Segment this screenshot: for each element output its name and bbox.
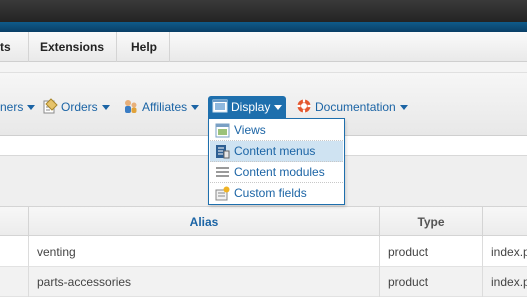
dropdown-item-content-menus[interactable]: Content menus <box>210 141 343 162</box>
display-dropdown-menu: Views Content menus Content modules Cust… <box>208 118 345 205</box>
main-menubar: ts Extensions Help <box>0 32 527 62</box>
row-type: product <box>380 267 483 297</box>
chevron-down-icon <box>191 105 200 110</box>
row-checkbox-cell <box>0 267 29 297</box>
lifebuoy-icon <box>296 98 312 114</box>
dropdown-item-custom-fields-label: Custom fields <box>234 186 307 200</box>
menu-item-extensions[interactable]: Extensions <box>29 32 117 62</box>
views-icon <box>215 123 230 138</box>
row-alias: venting <box>29 237 380 267</box>
table-header-cell-link <box>483 207 527 237</box>
submenu-customers[interactable]: ners <box>0 97 36 117</box>
row-link[interactable]: index.p <box>483 237 527 267</box>
menu-item-components-partial[interactable]: ts <box>0 32 29 62</box>
custom-fields-icon <box>215 186 230 201</box>
table-row[interactable]: parts-accessories product index.p <box>0 267 527 297</box>
content-modules-icon <box>215 165 230 180</box>
table-row[interactable]: venting product index.p <box>0 237 527 267</box>
display-icon <box>212 98 228 114</box>
menubar-gap <box>0 62 527 72</box>
chevron-down-icon <box>27 105 36 110</box>
table-header-cell-blank <box>0 207 29 237</box>
chevron-down-icon <box>399 105 408 110</box>
row-alias: parts-accessories <box>29 267 380 297</box>
top-accent-strip <box>0 22 527 32</box>
dropdown-item-custom-fields[interactable]: Custom fields <box>210 183 343 204</box>
menu-item-help[interactable]: Help <box>117 32 170 62</box>
dropdown-item-content-modules-label: Content modules <box>234 165 325 179</box>
submenu-affiliates-label: Affiliates <box>142 100 188 114</box>
table-header: Alias Type <box>0 206 527 237</box>
table-header-alias[interactable]: Alias <box>29 207 380 237</box>
submenu-customers-label: ners <box>0 100 24 114</box>
submenu-orders-label: Orders <box>61 100 98 114</box>
orders-icon <box>42 98 58 114</box>
row-link[interactable]: index.p <box>483 267 527 297</box>
dropdown-item-content-modules[interactable]: Content modules <box>210 162 343 183</box>
submenu-documentation-label: Documentation <box>315 100 396 114</box>
submenu-display[interactable]: Display <box>208 96 287 118</box>
chevron-down-icon <box>274 105 283 110</box>
content-menus-icon <box>215 144 230 159</box>
chevron-down-icon <box>101 105 110 110</box>
submenu-documentation[interactable]: Documentation <box>296 97 408 117</box>
submenu-display-label: Display <box>231 100 271 114</box>
affiliates-icon <box>123 98 139 114</box>
dropdown-item-views-label: Views <box>234 123 266 137</box>
table-header-type[interactable]: Type <box>380 207 483 237</box>
dropdown-item-content-menus-label: Content menus <box>234 144 316 158</box>
submenu-orders[interactable]: Orders <box>42 97 110 117</box>
row-type: product <box>380 237 483 267</box>
row-checkbox-cell <box>0 237 29 267</box>
submenu-affiliates[interactable]: Affiliates <box>123 97 200 117</box>
dropdown-item-views[interactable]: Views <box>210 120 343 141</box>
